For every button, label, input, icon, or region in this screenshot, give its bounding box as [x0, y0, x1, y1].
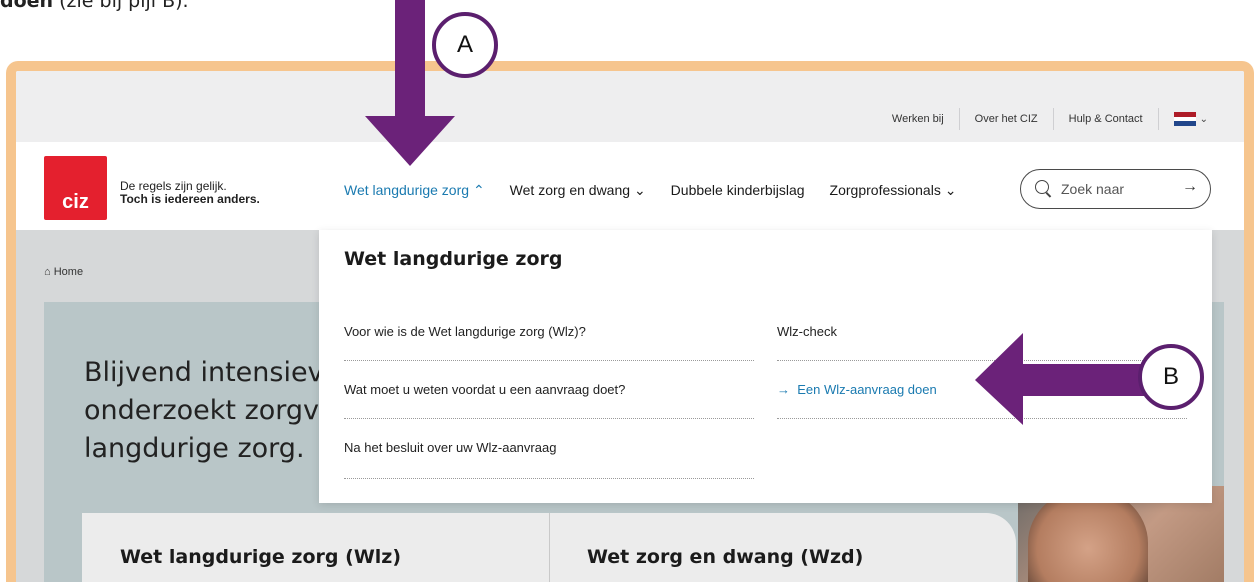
site-header: ciz De regels zijn gelijk. Toch is ieder…: [16, 142, 1244, 230]
divider: [344, 360, 754, 361]
breadcrumb[interactable]: ⌂ Home: [44, 266, 83, 278]
hulp-contact-link[interactable]: Hulp & Contact: [1054, 113, 1158, 125]
werken-bij-link[interactable]: Werken bij: [877, 113, 959, 125]
logo-text: ciz: [62, 191, 89, 213]
divider: [1157, 108, 1159, 130]
dropdown-link-wat-moet-u-weten[interactable]: Wat moet u weten voordat u een aanvraag …: [344, 382, 625, 397]
hero-line-1: Blijvend intensiev: [84, 357, 324, 388]
nav-item-wet-langdurige-zorg[interactable]: Wet langdurige zorg ⌃: [344, 182, 485, 199]
search-placeholder: Zoek naar: [1061, 181, 1125, 197]
chevron-up-icon: ⌃: [472, 182, 485, 198]
search-input[interactable]: Zoek naar →: [1020, 169, 1211, 209]
over-het-ciz-link[interactable]: Over het CIZ: [960, 113, 1053, 125]
hero-heading: Blijvend intensiev onderzoekt zorgv lang…: [84, 354, 324, 468]
law-cards: Wet langdurige zorg (Wlz) Wet zorg en dw…: [82, 513, 1016, 582]
utility-nav: Werken bij Over het CIZ Hulp & Contact ⌄: [877, 108, 1208, 130]
intro-text: doen (zie bij pijl B).: [0, 0, 189, 12]
ciz-logo[interactable]: ciz: [44, 156, 107, 220]
search-icon: [1035, 180, 1049, 194]
utility-bar: Werken bij Over het CIZ Hulp & Contact ⌄: [16, 71, 1244, 142]
hero-line-3: langdurige zorg.: [84, 433, 305, 464]
arrow-right-icon: →: [777, 382, 790, 397]
nav-label: Wet zorg en dwang: [509, 182, 631, 198]
intro-bold: doen: [0, 0, 54, 12]
dropdown-title: Wet langdurige zorg: [344, 248, 563, 270]
dropdown-link-wlz-check[interactable]: Wlz-check: [777, 324, 837, 339]
tagline-line-2: Toch is iedereen anders.: [120, 192, 260, 206]
home-icon: ⌂: [44, 266, 51, 278]
divider: [344, 478, 754, 479]
annotation-arrow-b: [975, 333, 1145, 425]
language-flag-icon[interactable]: [1173, 112, 1196, 127]
chevron-down-icon[interactable]: ⌄: [1200, 114, 1208, 125]
nav-item-dubbele-kinderbijslag[interactable]: Dubbele kinderbijslag: [671, 182, 805, 199]
chevron-down-icon: ⌄: [944, 182, 957, 198]
annotation-label-b: B: [1138, 344, 1204, 410]
dropdown-link-label: Een Wlz-aanvraag doen: [797, 382, 937, 397]
nav-item-zorgprofessionals[interactable]: Zorgprofessionals ⌄: [830, 182, 957, 199]
page: doen (zie bij pijl B). Werken bij Over h…: [0, 0, 1256, 582]
divider: [344, 418, 754, 419]
nav-label: Wet langdurige zorg: [344, 182, 470, 198]
dropdown-link-voor-wie[interactable]: Voor wie is de Wet langdurige zorg (Wlz)…: [344, 324, 586, 339]
tagline: De regels zijn gelijk. Toch is iedereen …: [120, 180, 260, 206]
breadcrumb-home[interactable]: Home: [54, 266, 83, 278]
intro-rest: (zie bij pijl B).: [53, 0, 189, 12]
card-title-wzd[interactable]: Wet zorg en dwang (Wzd): [587, 546, 863, 568]
card-title-wlz[interactable]: Wet langdurige zorg (Wlz): [120, 546, 401, 568]
arrow-right-icon[interactable]: →: [1182, 178, 1198, 196]
nav-label: Zorgprofessionals: [829, 182, 941, 198]
card-divider: [549, 513, 550, 582]
dropdown-link-na-het-besluit[interactable]: Na het besluit over uw Wlz-aanvraag: [344, 440, 556, 455]
chevron-down-icon: ⌄: [633, 182, 646, 198]
screenshot-frame: Werken bij Over het CIZ Hulp & Contact ⌄…: [6, 61, 1254, 582]
nav-item-wet-zorg-en-dwang[interactable]: Wet zorg en dwang ⌄: [510, 182, 646, 199]
annotation-label-a: A: [432, 12, 498, 78]
dropdown-link-wlz-aanvraag-doen[interactable]: → Een Wlz-aanvraag doen: [777, 382, 937, 397]
nav-label: Dubbele kinderbijslag: [670, 182, 805, 198]
main-nav: Wet langdurige zorg ⌃ Wet zorg en dwang …: [344, 182, 981, 199]
hero-line-2: onderzoekt zorgv: [84, 395, 320, 426]
